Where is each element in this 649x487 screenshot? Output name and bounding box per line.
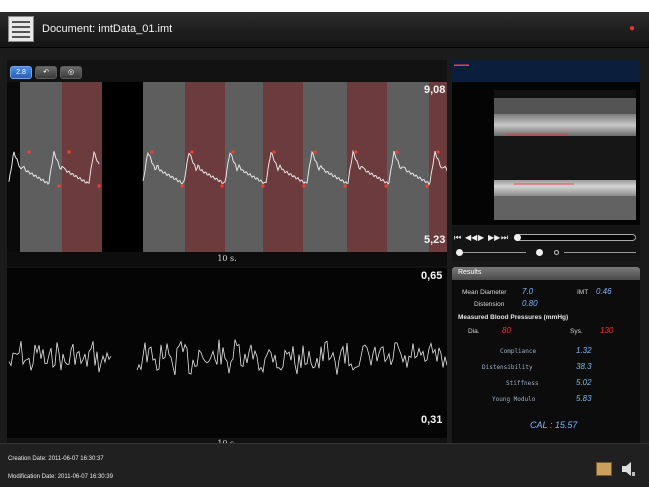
play-icon[interactable]: ▶ — [478, 233, 484, 242]
cardiac-cycle-band — [102, 82, 143, 252]
cardiac-cycle-band — [20, 82, 62, 252]
plot-max-value: 9,08 — [424, 84, 446, 96]
cycle-marker — [302, 184, 306, 188]
results-title: Results — [458, 269, 482, 276]
cycle-marker — [180, 184, 184, 188]
frame-slider-marker[interactable] — [554, 250, 559, 255]
cycle-marker — [220, 184, 224, 188]
signal-trace — [8, 341, 112, 373]
cycle-marker — [150, 150, 154, 154]
cycle-marker — [343, 184, 347, 188]
cardiac-cycle-band — [225, 82, 263, 252]
cycle-marker — [97, 184, 101, 188]
cycle-marker — [436, 150, 440, 154]
document-title: Document: imtData_01.imt — [42, 23, 173, 35]
distension-value: 0.80 — [522, 299, 538, 308]
app-window: Document: imtData_01.imt ● 2.8 ↶ ◎ 9,08 … — [0, 12, 649, 487]
speaker-icon[interactable] — [620, 461, 636, 477]
signal-plot-svg — [8, 339, 447, 376]
diameter-plot[interactable]: 9,08 5,23 — [7, 82, 447, 252]
cardiac-cycle-band — [387, 82, 429, 252]
cardiac-cycle-band — [185, 82, 225, 252]
zoom-button[interactable]: 2.8 — [10, 66, 32, 79]
modification-date: Modification Date: 2011-06-07 16:30:39 — [8, 474, 113, 480]
signal-trace — [136, 339, 447, 376]
alert-icon[interactable]: ● — [629, 24, 637, 34]
cardiac-cycle-band — [7, 82, 20, 252]
frame-slider-track[interactable] — [564, 252, 636, 253]
ultrasound-panel: ▬▬▬ ⏮ ◀◀ ▶ ▶▶ ⏭ Results Mean Diameter 7.… — [452, 60, 640, 450]
reset-button[interactable]: ◎ — [60, 66, 82, 79]
frame-slider-start[interactable] — [456, 249, 463, 256]
ultrasound-header: ▬▬▬ — [452, 60, 640, 82]
cycle-marker — [67, 150, 71, 154]
young-modulus-label: Young Modulo — [492, 396, 536, 403]
playback-progress-knob[interactable] — [514, 234, 521, 241]
systolic-value: 130 — [600, 326, 614, 335]
blood-pressure-title: Measured Blood Pressures (mmHg) — [458, 314, 569, 321]
ultrasound-scan — [494, 90, 636, 220]
cycle-marker — [190, 150, 194, 154]
plot-min-value: 0,31 — [421, 414, 443, 426]
mean-diameter-label: Mean Diameter — [462, 289, 507, 296]
playback-progress-bar[interactable] — [514, 234, 636, 241]
diameter-plot-svg — [7, 82, 447, 252]
ultrasound-status-marker: ▬▬▬ — [454, 62, 469, 68]
signal-panel: 2.8 ↶ ◎ 9,08 5,23 10 s. 0,65 0,31 — [7, 60, 447, 450]
ultrasound-image[interactable]: ▬▬▬ — [452, 60, 640, 225]
cycle-marker — [425, 184, 429, 188]
package-icon[interactable] — [596, 462, 612, 476]
step-back-icon[interactable]: ◀◀ — [465, 233, 477, 242]
document-icon — [8, 16, 34, 42]
playback-controls: ⏮ ◀◀ ▶ ▶▶ ⏭ — [452, 227, 640, 261]
cardiac-cycle-band — [143, 82, 185, 252]
cycle-marker — [313, 150, 317, 154]
systolic-label: Sys. — [570, 328, 583, 335]
cycle-marker — [57, 184, 61, 188]
cycle-marker — [231, 150, 235, 154]
compliance-label: Compliance — [500, 348, 537, 355]
imt-label: IMT — [577, 289, 589, 296]
stiffness-label: Stiffness — [506, 380, 539, 387]
cardiac-cycle-band — [62, 82, 102, 252]
plot-min-value: 5,23 — [424, 234, 446, 246]
cycle-marker — [384, 184, 388, 188]
title-bar: Document: imtData_01.imt ● — [0, 12, 649, 48]
mean-diameter-value: 7.0 — [522, 287, 534, 296]
undo-button[interactable]: ↶ — [35, 66, 57, 79]
diastolic-label: Dia. — [468, 328, 480, 335]
distensibility-value: 38.3 — [576, 362, 592, 371]
plot-max-value: 0,65 — [421, 270, 443, 282]
frame-slider-current[interactable] — [536, 249, 543, 256]
creation-date: Creation Date: 2011-06-07 16:30:37 — [8, 456, 104, 462]
signal-plot[interactable]: 0,65 0,31 — [7, 268, 447, 438]
undo-icon: ↶ — [43, 69, 49, 76]
reset-icon: ◎ — [67, 69, 75, 76]
distension-label: Distension — [474, 301, 505, 308]
frame-slider-track[interactable] — [456, 252, 526, 253]
imt-value: 0.46 — [596, 287, 612, 296]
compliance-value: 1.32 — [576, 346, 592, 355]
document-footer: Creation Date: 2011-06-07 16:30:37 Modif… — [0, 443, 649, 487]
results-panel: Results Mean Diameter 7.0 IMT 0.46 Diste… — [452, 267, 640, 445]
step-forward-icon[interactable]: ▶▶ — [488, 233, 500, 242]
stiffness-value: 5.02 — [576, 378, 592, 387]
cycle-marker — [354, 150, 358, 154]
cardiac-cycle-band — [347, 82, 387, 252]
diastolic-value: 80 — [502, 326, 511, 335]
cycle-marker — [395, 150, 399, 154]
cycle-marker — [272, 150, 276, 154]
young-modulus-value: 5.83 — [576, 394, 592, 403]
frame-slider-row — [456, 248, 636, 258]
results-header: Results — [452, 267, 640, 280]
cycle-marker — [261, 184, 265, 188]
skip-back-icon[interactable]: ⏮ — [454, 233, 461, 243]
calibration-value: CAL : 15.57 — [530, 420, 578, 430]
distensibility-label: Distensibility — [482, 364, 533, 371]
time-scale-label: 10 s. — [7, 252, 447, 266]
skip-forward-icon[interactable]: ⏭ — [501, 233, 508, 243]
cardiac-cycle-band — [263, 82, 303, 252]
cycle-marker — [27, 150, 31, 154]
